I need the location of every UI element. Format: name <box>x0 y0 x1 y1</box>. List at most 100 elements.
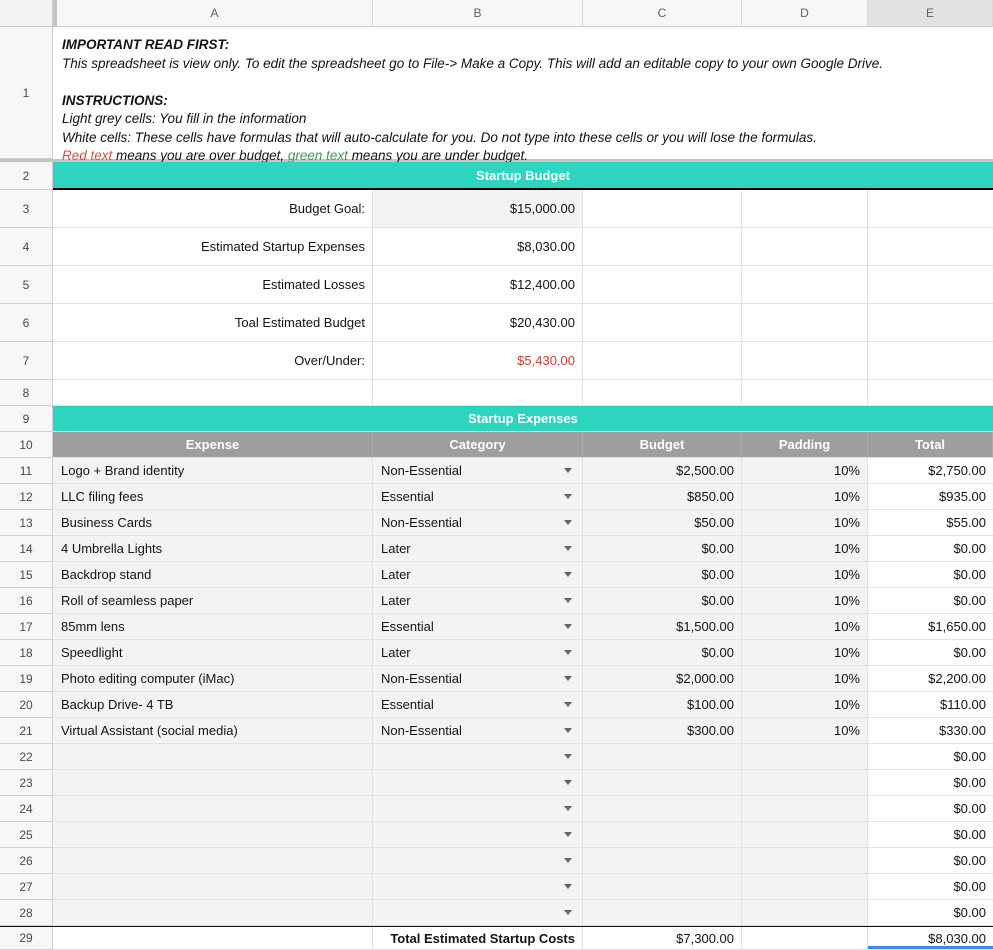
padding-cell[interactable]: 10% <box>742 510 868 536</box>
expense-name-cell[interactable]: LLC filing fees <box>53 484 373 510</box>
total-cell[interactable]: $0.00 <box>868 822 993 848</box>
row-header[interactable]: 25 <box>0 822 53 848</box>
category-cell[interactable]: Non-Essential <box>373 666 583 692</box>
total-cell[interactable]: $55.00 <box>868 510 993 536</box>
row-header-5[interactable]: 5 <box>0 266 53 304</box>
dropdown-arrow-icon[interactable] <box>564 572 572 577</box>
total-cell[interactable]: $0.00 <box>868 796 993 822</box>
budget-cell[interactable] <box>583 822 742 848</box>
row-header[interactable]: 14 <box>0 536 53 562</box>
category-cell[interactable]: Essential <box>373 614 583 640</box>
empty-cell[interactable] <box>53 380 373 406</box>
total-costs-total-cell[interactable]: $8,030.00 <box>868 927 993 950</box>
empty-cell[interactable] <box>583 266 742 304</box>
category-cell[interactable] <box>373 822 583 848</box>
dropdown-arrow-icon[interactable] <box>564 806 572 811</box>
budget-cell[interactable] <box>583 744 742 770</box>
expense-name-cell[interactable] <box>53 822 373 848</box>
expense-name-cell[interactable] <box>53 744 373 770</box>
padding-header-cell[interactable]: Padding <box>742 432 868 458</box>
est-expenses-label-cell[interactable]: Estimated Startup Expenses <box>53 228 373 266</box>
empty-cell[interactable] <box>868 266 993 304</box>
dropdown-arrow-icon[interactable] <box>564 832 572 837</box>
dropdown-arrow-icon[interactable] <box>564 624 572 629</box>
total-cell[interactable]: $0.00 <box>868 588 993 614</box>
empty-cell[interactable] <box>373 380 583 406</box>
total-cell[interactable]: $2,200.00 <box>868 666 993 692</box>
expense-name-cell[interactable]: 85mm lens <box>53 614 373 640</box>
row-header[interactable]: 12 <box>0 484 53 510</box>
budget-cell[interactable]: $0.00 <box>583 536 742 562</box>
category-cell[interactable]: Later <box>373 640 583 666</box>
empty-cell[interactable] <box>868 228 993 266</box>
category-cell[interactable]: Later <box>373 536 583 562</box>
budget-cell[interactable]: $1,500.00 <box>583 614 742 640</box>
dropdown-arrow-icon[interactable] <box>564 494 572 499</box>
column-header-d[interactable]: D <box>742 0 868 27</box>
dropdown-arrow-icon[interactable] <box>564 650 572 655</box>
budget-cell[interactable] <box>583 796 742 822</box>
column-header-e[interactable]: E <box>868 0 993 27</box>
total-cell[interactable]: $330.00 <box>868 718 993 744</box>
row-header[interactable]: 27 <box>0 874 53 900</box>
total-cell[interactable]: $0.00 <box>868 562 993 588</box>
total-cell[interactable]: $0.00 <box>868 744 993 770</box>
budget-cell[interactable] <box>583 874 742 900</box>
expense-name-cell[interactable]: Logo + Brand identity <box>53 458 373 484</box>
expense-name-cell[interactable] <box>53 796 373 822</box>
empty-cell[interactable] <box>583 342 742 380</box>
expense-name-cell[interactable]: Speedlight <box>53 640 373 666</box>
category-cell[interactable]: Non-Essential <box>373 718 583 744</box>
budget-cell[interactable]: $0.00 <box>583 588 742 614</box>
expense-name-cell[interactable] <box>53 874 373 900</box>
est-losses-label-cell[interactable]: Estimated Losses <box>53 266 373 304</box>
row-header[interactable]: 11 <box>0 458 53 484</box>
budget-cell[interactable]: $0.00 <box>583 640 742 666</box>
row-header[interactable]: 26 <box>0 848 53 874</box>
total-cell[interactable]: $0.00 <box>868 770 993 796</box>
over-under-label-cell[interactable]: Over/Under: <box>53 342 373 380</box>
expense-name-cell[interactable]: Backup Drive- 4 TB <box>53 692 373 718</box>
empty-cell[interactable] <box>583 380 742 406</box>
padding-cell[interactable] <box>742 874 868 900</box>
total-header-cell[interactable]: Total <box>868 432 993 458</box>
dropdown-arrow-icon[interactable] <box>564 468 572 473</box>
expense-name-cell[interactable]: 4 Umbrella Lights <box>53 536 373 562</box>
empty-cell[interactable] <box>583 304 742 342</box>
est-expenses-value-cell[interactable]: $8,030.00 <box>373 228 583 266</box>
expense-name-cell[interactable] <box>53 900 373 926</box>
dropdown-arrow-icon[interactable] <box>564 780 572 785</box>
row-header[interactable]: 13 <box>0 510 53 536</box>
padding-cell[interactable]: 10% <box>742 484 868 510</box>
instructions-cell[interactable]: IMPORTANT READ FIRST: This spreadsheet i… <box>53 27 993 159</box>
padding-cell[interactable]: 10% <box>742 666 868 692</box>
row-header-9[interactable]: 9 <box>0 406 53 432</box>
row-header-6[interactable]: 6 <box>0 304 53 342</box>
padding-cell[interactable]: 10% <box>742 588 868 614</box>
category-cell[interactable] <box>373 744 583 770</box>
column-header-c[interactable]: C <box>583 0 742 27</box>
startup-expenses-title-cell[interactable]: Startup Expenses <box>53 406 993 432</box>
row-header-4[interactable]: 4 <box>0 228 53 266</box>
row-header[interactable]: 19 <box>0 666 53 692</box>
row-header-8[interactable]: 8 <box>0 380 53 406</box>
expense-name-cell[interactable]: Roll of seamless paper <box>53 588 373 614</box>
dropdown-arrow-icon[interactable] <box>564 910 572 915</box>
total-budget-value-cell[interactable]: $20,430.00 <box>373 304 583 342</box>
category-cell[interactable]: Later <box>373 562 583 588</box>
empty-cell[interactable] <box>583 228 742 266</box>
empty-cell[interactable] <box>868 380 993 406</box>
row-header[interactable]: 21 <box>0 718 53 744</box>
expense-name-cell[interactable]: Photo editing computer (iMac) <box>53 666 373 692</box>
expense-name-cell[interactable]: Virtual Assistant (social media) <box>53 718 373 744</box>
budget-cell[interactable]: $50.00 <box>583 510 742 536</box>
row-header-29[interactable]: 29 <box>0 927 53 950</box>
padding-cell[interactable]: 10% <box>742 718 868 744</box>
dropdown-arrow-icon[interactable] <box>564 884 572 889</box>
row-header[interactable]: 20 <box>0 692 53 718</box>
total-cell[interactable]: $0.00 <box>868 848 993 874</box>
category-cell[interactable] <box>373 900 583 926</box>
expense-name-cell[interactable] <box>53 770 373 796</box>
budget-cell[interactable]: $300.00 <box>583 718 742 744</box>
empty-cell[interactable] <box>868 190 993 228</box>
